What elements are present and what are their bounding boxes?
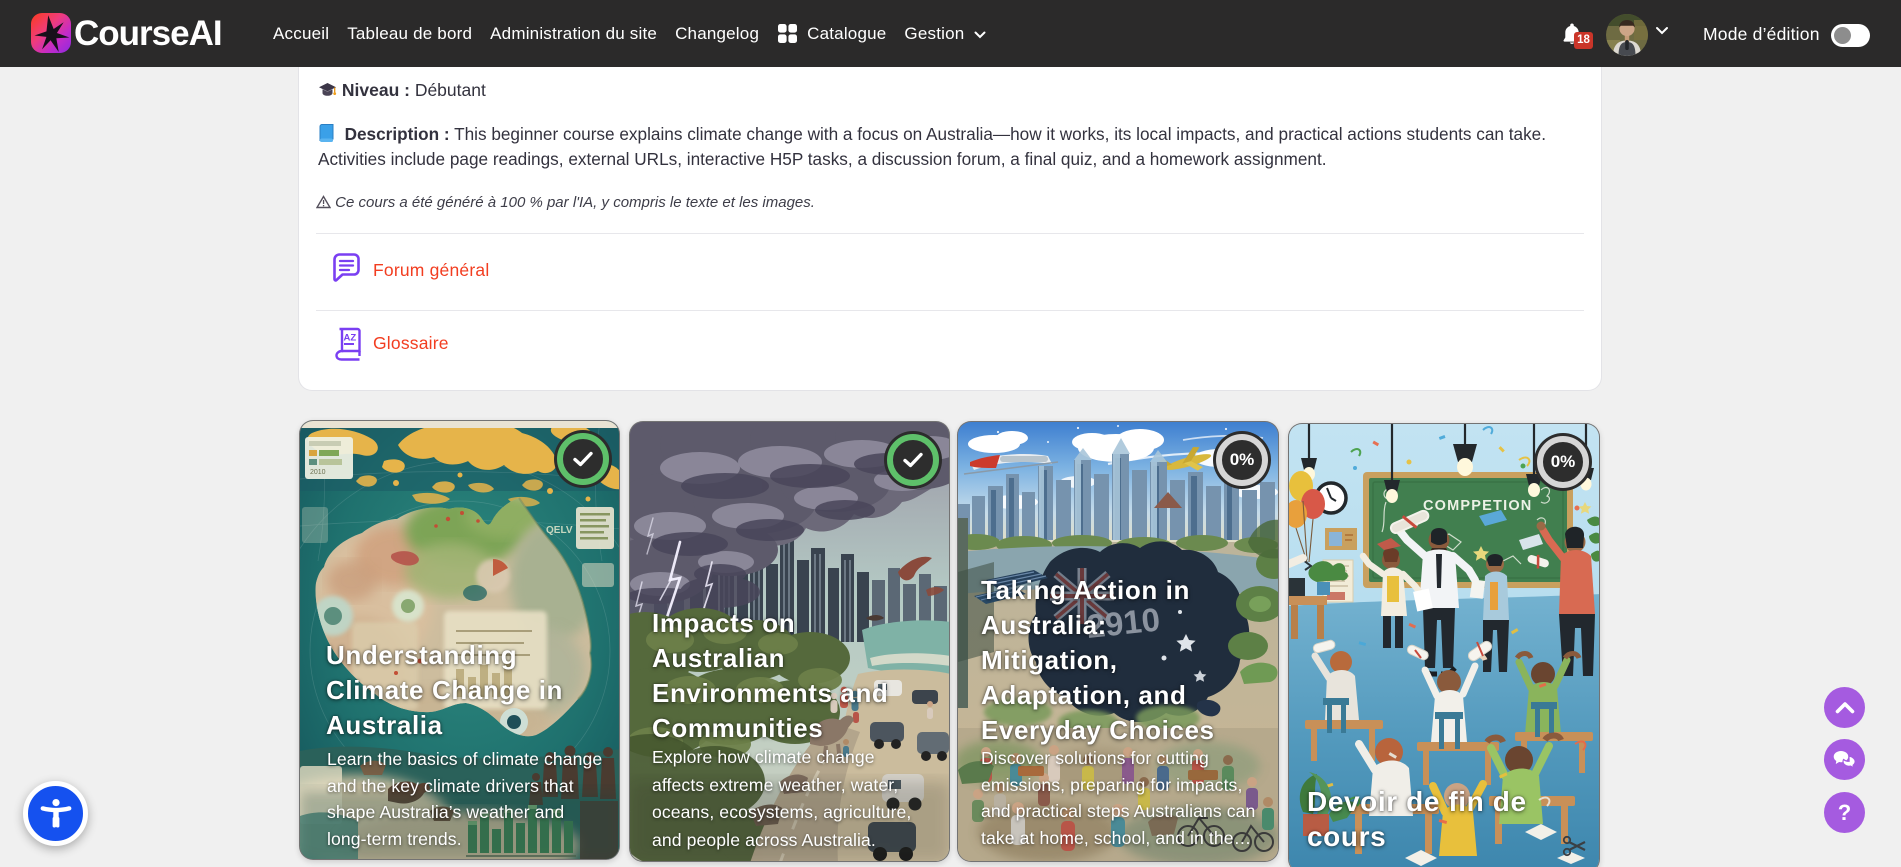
- svg-text:QELV: QELV: [546, 525, 573, 536]
- svg-text:AZ: AZ: [344, 333, 357, 344]
- svg-text:2010: 2010: [310, 469, 326, 476]
- svg-text:COMPPETION: COMPPETION: [1423, 498, 1532, 514]
